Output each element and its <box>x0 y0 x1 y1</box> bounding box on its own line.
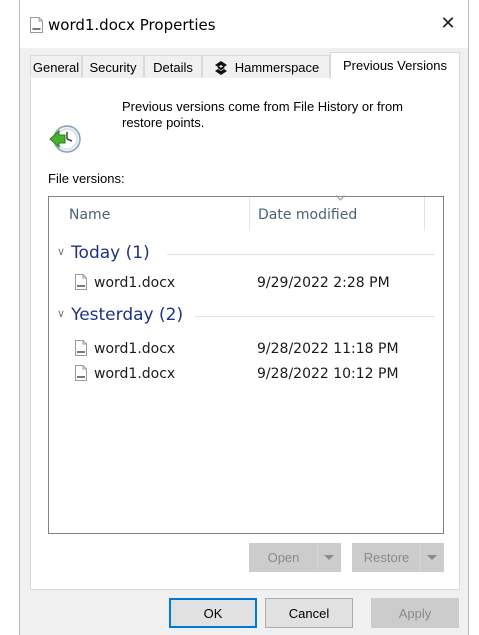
column-divider[interactable] <box>249 197 250 231</box>
document-icon <box>75 365 87 381</box>
restore-dropdown-toggle[interactable] <box>420 544 443 571</box>
tab-label: General <box>32 60 80 75</box>
group-divider <box>167 254 435 255</box>
file-date: 9/28/2022 10:12 PM <box>257 366 399 382</box>
tab-security[interactable]: Security <box>82 55 144 77</box>
apply-button[interactable]: Apply <box>371 598 459 628</box>
group-title: Yesterday (2) <box>71 305 184 325</box>
document-icon <box>75 340 87 356</box>
file-versions-label: File versions: <box>48 171 125 186</box>
ok-label: OK <box>203 605 223 621</box>
info-text: Previous versions come from File History… <box>122 99 404 130</box>
open-button-label: Open <box>267 550 300 565</box>
file-date: 9/29/2022 2:28 PM <box>257 275 390 291</box>
tab-label: Hammerspace <box>234 60 320 75</box>
group-title: Today (1) <box>71 243 150 263</box>
tab-label: Previous Versions <box>342 58 448 73</box>
tab-label: Details <box>153 60 193 75</box>
chevron-down-icon: ∨ <box>57 245 66 258</box>
list-item[interactable]: word1.docx 9/29/2022 2:28 PM <box>49 272 443 296</box>
column-header-name[interactable]: Name <box>69 197 249 231</box>
close-icon: ✕ <box>440 12 456 34</box>
document-icon <box>75 274 87 290</box>
window-title: word1.docx Properties <box>48 16 216 34</box>
tab-previous-versions[interactable]: Previous Versions <box>330 52 460 79</box>
tab-strip: General Security Details Hammerspace Pre… <box>30 52 460 79</box>
group-header-yesterday[interactable]: ∨ Yesterday (2) <box>57 305 435 327</box>
file-history-clock-icon <box>49 125 81 153</box>
file-date: 9/28/2022 11:18 PM <box>257 341 399 357</box>
previous-versions-panel: Previous versions come from File History… <box>30 78 460 590</box>
ok-button[interactable]: OK <box>169 598 257 628</box>
chevron-down-icon: ∨ <box>57 307 66 320</box>
column-date-label: Date modified <box>258 207 358 223</box>
list-item[interactable]: word1.docx 9/28/2022 10:12 PM <box>49 363 443 387</box>
open-dropdown-toggle[interactable] <box>317 544 340 571</box>
cancel-button[interactable]: Cancel <box>265 598 353 628</box>
properties-dialog: word1.docx Properties ✕ General Security… <box>19 0 469 635</box>
column-header-date-modified[interactable]: Date modified <box>258 195 418 231</box>
group-header-today[interactable]: ∨ Today (1) <box>57 243 435 265</box>
hammerspace-logo-icon <box>214 61 227 75</box>
list-item[interactable]: word1.docx 9/28/2022 11:18 PM <box>49 338 443 362</box>
apply-label: Apply <box>398 605 432 621</box>
chevron-down-icon <box>427 555 437 560</box>
restore-button-label: Restore <box>363 550 410 565</box>
group-divider <box>195 316 435 317</box>
file-versions-list[interactable]: Name Date modified ∨ Today (1) word1.doc… <box>48 195 444 534</box>
close-button[interactable]: ✕ <box>428 6 468 40</box>
file-name: word1.docx <box>94 366 176 382</box>
file-name: word1.docx <box>94 275 176 291</box>
document-icon <box>30 17 43 33</box>
column-divider[interactable] <box>424 197 425 231</box>
tab-label: Security <box>89 60 137 75</box>
tab-hammerspace[interactable]: Hammerspace <box>202 55 330 77</box>
tab-details[interactable]: Details <box>144 55 202 77</box>
chevron-down-icon <box>324 555 334 560</box>
open-split-button[interactable]: Open <box>249 543 341 572</box>
column-name-label: Name <box>69 207 111 223</box>
restore-split-button[interactable]: Restore <box>352 543 444 572</box>
title-bar[interactable]: word1.docx Properties ✕ <box>20 0 468 48</box>
tab-general[interactable]: General <box>30 55 82 77</box>
sort-descending-icon <box>336 195 345 201</box>
cancel-label: Cancel <box>288 605 330 621</box>
file-name: word1.docx <box>94 341 176 357</box>
